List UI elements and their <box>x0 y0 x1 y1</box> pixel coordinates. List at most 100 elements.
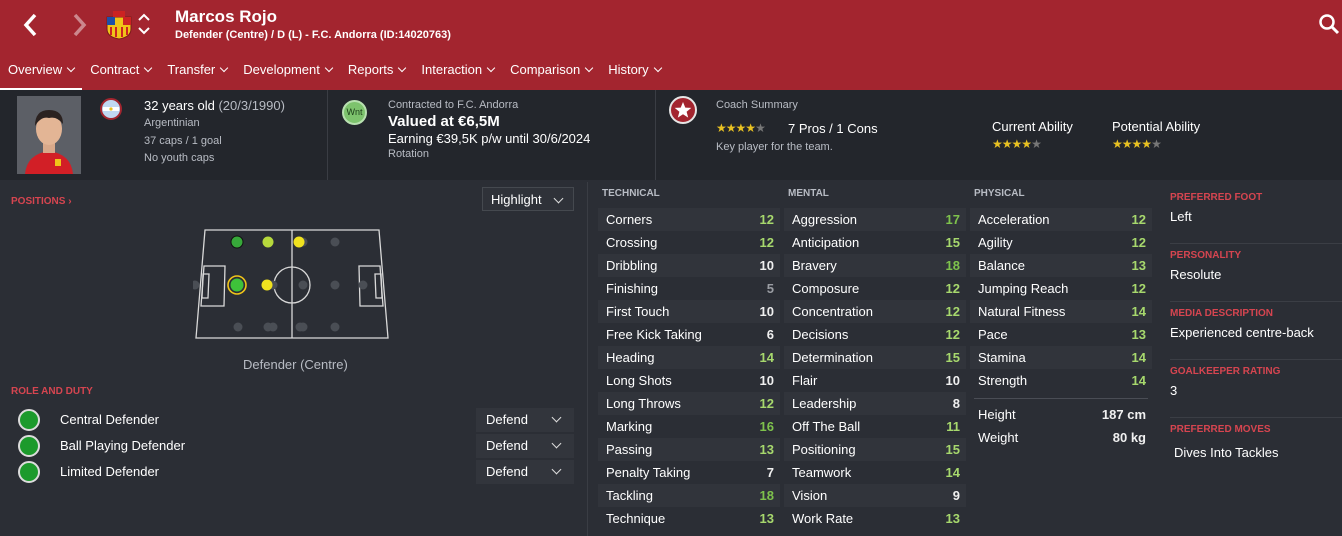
back-arrow-icon[interactable] <box>18 10 44 40</box>
tab-interaction[interactable]: Interaction <box>413 60 502 90</box>
attribute-row[interactable]: Long Throws 12 <box>598 392 780 415</box>
attribute-row[interactable]: Long Shots 10 <box>598 369 780 392</box>
attribute-name: Jumping Reach <box>978 281 1069 296</box>
coach-note: Key player for the team. <box>716 141 833 153</box>
attribute-row[interactable]: Agility 12 <box>970 231 1152 254</box>
attribute-name: Teamwork <box>792 465 852 480</box>
attribute-name: Agility <box>978 235 1013 250</box>
attribute-row[interactable]: Determination 15 <box>784 346 966 369</box>
forward-arrow-icon[interactable] <box>66 10 92 40</box>
attribute-row[interactable]: First Touch 10 <box>598 300 780 323</box>
attribute-row[interactable]: Corners 12 <box>598 208 780 231</box>
chevron-down-icon <box>551 464 562 475</box>
attribute-row[interactable]: Acceleration 12 <box>970 208 1152 231</box>
attribute-row[interactable]: Decisions 12 <box>784 323 966 346</box>
role-row[interactable]: Central Defender Defend <box>10 408 575 432</box>
preferred-moves-label: PREFERRED MOVES <box>1170 424 1271 435</box>
attribute-value: 13 <box>1131 327 1146 342</box>
attribute-value: 14 <box>1131 304 1146 319</box>
tab-label: Development <box>243 62 320 77</box>
attribute-value: 18 <box>759 488 774 503</box>
chevron-down-icon <box>144 63 153 73</box>
tab-development[interactable]: Development <box>235 60 340 90</box>
attribute-row[interactable]: Heading 14 <box>598 346 780 369</box>
attribute-row[interactable]: Balance 13 <box>970 254 1152 277</box>
search-icon[interactable] <box>1318 13 1340 35</box>
age: 32 years old <box>144 98 215 113</box>
attribute-name: Free Kick Taking <box>606 327 702 342</box>
attribute-name: Concentration <box>792 304 873 319</box>
attribute-row[interactable]: Leadership 8 <box>784 392 966 415</box>
attribute-name: Passing <box>606 442 653 457</box>
attribute-row[interactable]: Tackling 18 <box>598 484 780 507</box>
attribute-row[interactable]: Work Rate 13 <box>784 507 966 530</box>
tab-history[interactable]: History <box>600 60 668 90</box>
attribute-row[interactable]: Aggression 17 <box>784 208 966 231</box>
attribute-row[interactable]: Technique 13 <box>598 507 780 530</box>
role-row[interactable]: Limited Defender Defend <box>10 460 575 484</box>
star-empty-icon: ★ <box>1151 137 1162 151</box>
duty-dropdown[interactable]: Defend <box>476 434 574 458</box>
attribute-row[interactable]: Marking 16 <box>598 415 780 438</box>
tab-label: Comparison <box>510 62 581 77</box>
tab-comparison[interactable]: Comparison <box>502 60 600 90</box>
attribute-name: Anticipation <box>792 235 860 250</box>
attribute-name: Composure <box>792 281 860 296</box>
star-filled-icon: ★ <box>1001 137 1013 151</box>
attribute-row[interactable]: Concentration 12 <box>784 300 966 323</box>
tab-reports[interactable]: Reports <box>340 60 414 90</box>
attribute-row[interactable]: Flair 10 <box>784 369 966 392</box>
duty-dropdown[interactable]: Defend <box>476 460 574 484</box>
chevron-down-icon <box>220 63 229 73</box>
tab-contract[interactable]: Contract <box>82 60 159 90</box>
attribute-row[interactable]: Bravery 18 <box>784 254 966 277</box>
attribute-value: 13 <box>945 511 960 526</box>
age-text: 32 years old (20/3/1990) <box>144 98 285 113</box>
chevron-down-icon <box>324 63 334 73</box>
duty-dropdown[interactable]: Defend <box>476 408 574 432</box>
attribute-row[interactable]: Passing 13 <box>598 438 780 461</box>
star-filled-icon: ★ <box>1021 137 1032 151</box>
attribute-row[interactable]: Free Kick Taking 6 <box>598 323 780 346</box>
attribute-name: Stamina <box>978 350 1026 365</box>
star-empty-icon: ★ <box>755 121 766 135</box>
preferred-moves-value[interactable]: Dives Into Tackles <box>1174 445 1342 460</box>
tab-transfer[interactable]: Transfer <box>159 60 235 90</box>
attribute-row[interactable]: Natural Fitness 14 <box>970 300 1152 323</box>
attribute-value: 17 <box>945 212 960 227</box>
attribute-row[interactable]: Dribbling 10 <box>598 254 780 277</box>
highlight-dropdown[interactable]: Highlight <box>482 187 574 211</box>
contract-label: Contracted to F.C. Andorra <box>388 99 519 111</box>
preferred-foot-label: PREFERRED FOOT <box>1170 192 1263 203</box>
attribute-row[interactable]: Penalty Taking 7 <box>598 461 780 484</box>
attribute-row[interactable]: Off The Ball 11 <box>784 415 966 438</box>
attribute-row[interactable]: Teamwork 14 <box>784 461 966 484</box>
attribute-row[interactable]: Positioning 15 <box>784 438 966 461</box>
technical-title: TECHNICAL <box>602 188 660 199</box>
attribute-row[interactable]: Vision 9 <box>784 484 966 507</box>
role-row[interactable]: Ball Playing Defender Defend <box>10 434 575 458</box>
attribute-row[interactable]: Pace 13 <box>970 323 1152 346</box>
attribute-row[interactable]: Jumping Reach 12 <box>970 277 1152 300</box>
player-subtitle: Defender (Centre) / D (L) - F.C. Andorra… <box>175 29 451 41</box>
up-down-arrows-icon[interactable] <box>137 10 151 38</box>
attribute-row[interactable]: Stamina 14 <box>970 346 1152 369</box>
pros-cons[interactable]: 7 Pros / 1 Cons <box>788 121 878 136</box>
player-photo[interactable] <box>17 96 81 174</box>
attribute-name: Penalty Taking <box>606 465 691 480</box>
attribute-row[interactable]: Composure 12 <box>784 277 966 300</box>
weight-row: Weight 80 kg <box>970 426 1152 449</box>
attribute-row[interactable]: Finishing 5 <box>598 277 780 300</box>
attribute-value: 14 <box>945 465 960 480</box>
duty-label: Defend <box>486 438 528 453</box>
attribute-row[interactable]: Crossing 12 <box>598 231 780 254</box>
attribute-value: 12 <box>1131 212 1146 227</box>
preferred-moves-item: PREFERRED MOVES Dives Into Tackles <box>1170 418 1342 476</box>
positions-title[interactable]: POSITIONS › <box>11 196 72 207</box>
attribute-row[interactable]: Anticipation 15 <box>784 231 966 254</box>
attribute-value: 9 <box>952 488 960 503</box>
weight-label: Weight <box>978 430 1019 445</box>
attribute-row[interactable]: Strength 14 <box>970 369 1152 392</box>
attribute-name: Technique <box>606 511 666 526</box>
tab-overview[interactable]: Overview <box>0 60 83 91</box>
